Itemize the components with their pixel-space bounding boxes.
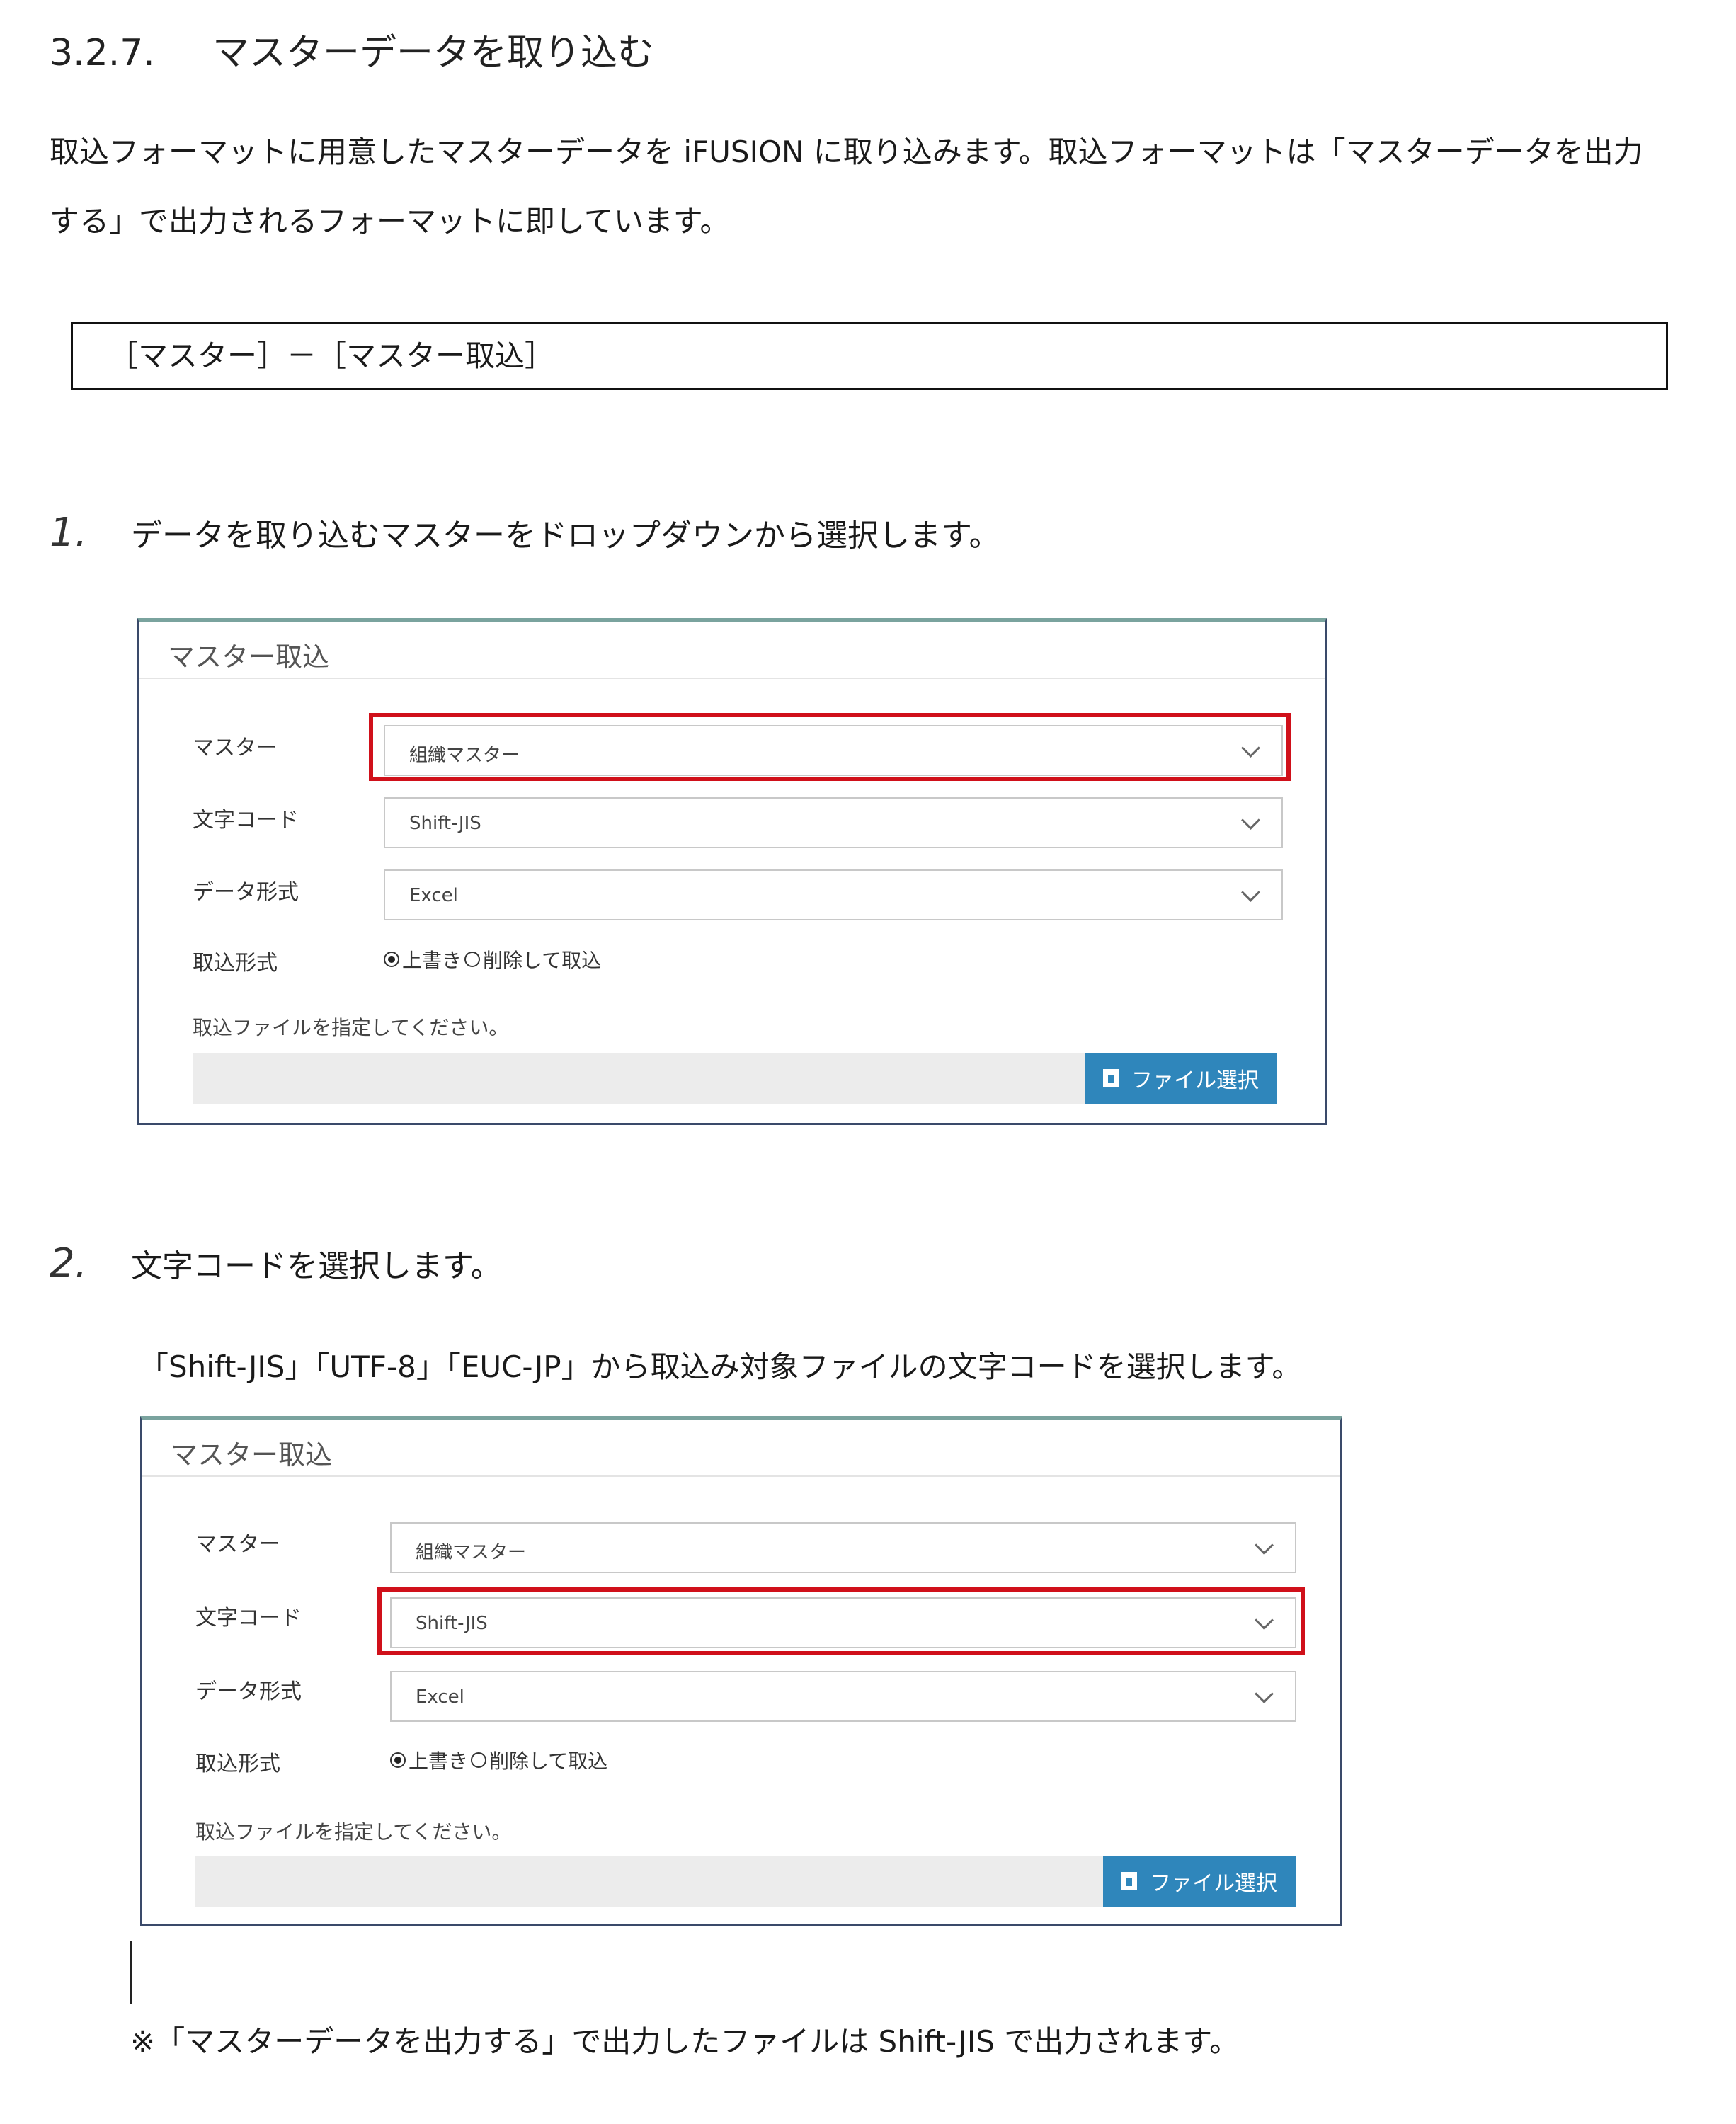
import-mode-radio-group: 上書き 削除して取込: [390, 1746, 607, 1774]
master-label: マスター: [195, 1532, 280, 1557]
file-select-button[interactable]: ファイル選択: [1085, 1053, 1277, 1104]
charset-label: 文字コード: [193, 808, 299, 833]
import-mode-radio-group: 上書き 削除して取込: [384, 945, 601, 974]
delete-import-radio-label: 削除して取込: [489, 1749, 608, 1773]
intro-line-1: 取込フォーマットに用意したマスターデータを iFUSION に取り込みます。取込…: [50, 135, 1643, 169]
chevron-down-icon: [1241, 883, 1260, 902]
text-cursor: [130, 1941, 132, 2004]
section-heading: 3.2.7. マスターデータを取り込む: [50, 23, 654, 76]
intro-line-2: する」で出力されるフォーマットに即しています。: [50, 204, 730, 239]
panel-title: マスター取込: [168, 641, 330, 673]
file-icon: [1103, 1069, 1119, 1087]
highlight-box: [369, 713, 1291, 781]
step-1-text: データを取り込むマスターをドロップダウンから選択します。: [131, 518, 1000, 554]
step-2-number: 2.: [50, 1240, 88, 1286]
file-hint: 取込ファイルを指定してください。: [193, 1016, 509, 1039]
file-path-field[interactable]: [193, 1053, 1092, 1104]
import-mode-label: 取込形式: [195, 1752, 280, 1776]
panel-title: マスター取込: [171, 1439, 333, 1471]
menu-path-box: ［マスター］－［マスター取込］: [71, 322, 1668, 390]
master-select[interactable]: 組織マスター: [390, 1522, 1296, 1573]
data-format-select[interactable]: Excel: [384, 869, 1283, 920]
file-select-button-label: ファイル選択: [1150, 1871, 1277, 1896]
chevron-down-icon: [1255, 1536, 1274, 1555]
chevron-down-icon: [1255, 1684, 1274, 1703]
step-2-detail: 「Shift-JIS」「UTF-8」「EUC-JP」から取込み対象ファイルの文字…: [139, 1349, 1302, 1384]
master-select-value: 組織マスター: [416, 1542, 527, 1563]
overwrite-radio-label: 上書き: [409, 1749, 469, 1773]
file-icon: [1121, 1872, 1137, 1890]
file-select-button-label: ファイル選択: [1131, 1068, 1259, 1093]
step-2: 2. 文字コードを選択します。: [50, 1240, 502, 1286]
panel-divider: [139, 678, 1325, 679]
charset-select-value: Shift-JIS: [409, 813, 481, 834]
data-format-select-value: Excel: [416, 1686, 464, 1708]
chevron-down-icon: [1241, 811, 1260, 830]
data-format-label: データ形式: [195, 1679, 302, 1704]
data-format-label: データ形式: [193, 880, 299, 905]
step-1: 1. データを取り込むマスターをドロップダウンから選択します。: [50, 510, 1000, 556]
step-1-number: 1.: [50, 510, 88, 556]
delete-import-radio-label: 削除して取込: [483, 949, 602, 972]
master-import-panel-1: マスター取込 マスター 組織マスター 文字コード Shift-JIS データ形式…: [137, 618, 1327, 1125]
master-label: マスター: [193, 736, 278, 760]
delete-import-radio[interactable]: [471, 1752, 487, 1768]
overwrite-radio[interactable]: [384, 952, 399, 967]
data-format-select[interactable]: Excel: [390, 1671, 1296, 1722]
file-hint: 取込ファイルを指定してください。: [195, 1820, 512, 1844]
master-import-panel-2: マスター取込 マスター 組織マスター 文字コード Shift-JIS データ形式…: [140, 1416, 1342, 1926]
highlight-box: [377, 1587, 1305, 1655]
delete-import-radio[interactable]: [464, 952, 481, 967]
data-format-select-value: Excel: [409, 885, 458, 906]
step-2-text: 文字コードを選択します。: [131, 1248, 502, 1284]
charset-label: 文字コード: [195, 1606, 302, 1631]
import-mode-label: 取込形式: [193, 951, 278, 976]
file-select-button[interactable]: ファイル選択: [1103, 1856, 1296, 1907]
section-title: マスターデータを取り込む: [212, 32, 655, 74]
file-path-field[interactable]: [195, 1856, 1103, 1907]
overwrite-radio-label: 上書き: [402, 949, 462, 972]
overwrite-radio[interactable]: [390, 1752, 406, 1768]
panel-divider: [142, 1475, 1340, 1477]
footnote: ※「マスターデータを出力する」で出力したファイルは Shift-JIS で出力さ…: [130, 2024, 1240, 2059]
charset-select[interactable]: Shift-JIS: [384, 797, 1283, 848]
section-number: 3.2.7.: [50, 32, 155, 74]
